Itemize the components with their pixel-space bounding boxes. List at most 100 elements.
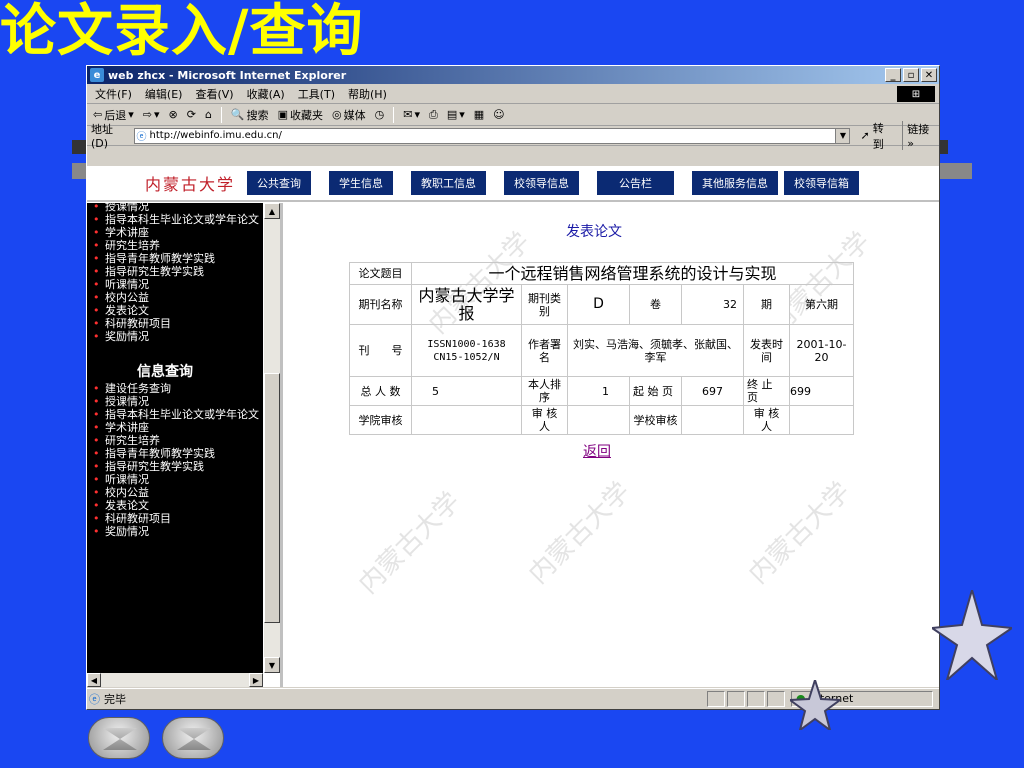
value-college-review	[411, 405, 522, 435]
history-button[interactable]: ◷	[375, 108, 385, 121]
minimize-button[interactable]: _	[885, 68, 901, 82]
favorites-button[interactable]: ▣ 收藏夹	[278, 107, 323, 123]
favorites-icon: ▣	[277, 108, 289, 121]
sidebar-item[interactable]: 发表论文	[91, 500, 259, 513]
address-dropdown-icon[interactable]: ▼	[835, 128, 850, 143]
menu-favorites[interactable]: 收藏(A)	[247, 86, 285, 102]
scroll-up-icon[interactable]: ▲	[264, 203, 280, 219]
sidebar-item[interactable]: 授课情况	[91, 203, 259, 213]
links-button[interactable]: 链接 »	[902, 121, 939, 150]
decorative-bar-right-2	[940, 163, 972, 179]
sidebar-item[interactable]: 听课情况	[91, 474, 259, 487]
refresh-icon: ⟳	[186, 108, 196, 121]
slide-prev-button[interactable]	[88, 717, 150, 759]
print-button[interactable]: ⎙	[429, 108, 438, 122]
page-icon: ⓔ	[136, 132, 147, 143]
value-school-review	[681, 405, 744, 435]
sidebar-item[interactable]: 学术讲座	[91, 422, 259, 435]
label-authors: 作者署名	[521, 324, 568, 377]
menu-view[interactable]: 查看(V)	[195, 86, 233, 102]
search-button[interactable]: 🔍 搜索	[231, 107, 269, 123]
menu-tools[interactable]: 工具(T)	[298, 86, 335, 102]
scroll-down-icon[interactable]: ▼	[264, 657, 280, 673]
status-cell	[747, 690, 765, 707]
discuss-button[interactable]: ▦	[474, 108, 484, 121]
nav-student-info[interactable]: 学生信息	[329, 171, 393, 195]
discuss-icon: ▦	[473, 108, 485, 121]
value-authors: 刘实、马浩海、须毓孝、张献国、李军	[567, 324, 744, 377]
sidebar-item[interactable]: 校内公益	[91, 487, 259, 500]
sidebar-item[interactable]: 奖励情况	[91, 526, 259, 539]
sidebar-item[interactable]: 指导本科生毕业论文或学年论文	[91, 214, 259, 227]
sidebar-item[interactable]: 科研教研项目	[91, 513, 259, 526]
scroll-left-icon[interactable]: ◀	[87, 673, 101, 687]
scroll-right-icon[interactable]: ▶	[249, 673, 263, 687]
nav-leader-mailbox[interactable]: 校领导信箱	[784, 171, 859, 195]
label-school-review: 学校审核	[629, 405, 682, 435]
sidebar-item[interactable]: 发表论文	[91, 305, 259, 318]
refresh-button[interactable]: ⟳	[187, 108, 196, 121]
go-button[interactable]: ➚ 转到	[860, 120, 894, 152]
label-end-page: 终 止 页	[743, 376, 790, 406]
page-viewport: 内蒙古大学 公共查询 学生信息 教职工信息 校领导信息 公告栏 其他服务信息 校…	[87, 166, 939, 687]
dropdown-arrow-icon: ▾	[128, 108, 134, 121]
search-icon: 🔍	[230, 108, 245, 121]
close-button[interactable]: ✕	[921, 68, 937, 82]
messenger-button[interactable]: ☺	[493, 108, 504, 121]
label-start-page: 起 始 页	[629, 376, 682, 406]
home-button[interactable]: ⌂	[205, 108, 212, 121]
site-nav: 内蒙古大学 公共查询 学生信息 教职工信息 校领导信息 公告栏 其他服务信息 校…	[87, 166, 939, 202]
address-input[interactable]: ⓔ http://webinfo.imu.edu.cn/ ▼	[133, 127, 851, 144]
nav-leader-info[interactable]: 校领导信息	[504, 171, 579, 195]
nav-public-query[interactable]: 公共查询	[247, 171, 311, 195]
forward-button[interactable]: ⇨ ▾	[143, 108, 160, 121]
value-volume: 32	[681, 284, 744, 325]
sidebar-horizontal-scrollbar[interactable]: ◀ ▶	[87, 673, 263, 687]
label-rank: 本人排序	[521, 376, 568, 406]
sidebar-item[interactable]: 校内公益	[91, 292, 259, 305]
sidebar-section-title: 信息查询	[137, 364, 193, 380]
mail-icon: ✉	[403, 108, 413, 121]
slide-next-button[interactable]	[162, 717, 224, 759]
sidebar-item[interactable]: 学术讲座	[91, 227, 259, 240]
value-reviewer	[789, 405, 854, 435]
watermark: 内蒙古大学	[743, 476, 857, 590]
stop-button[interactable]: ⊗	[169, 108, 178, 121]
address-label: 地址(D)	[91, 123, 113, 150]
sidebar-vertical-scrollbar[interactable]: ▲ ▼	[263, 203, 280, 673]
maximize-button[interactable]: ▫	[903, 68, 919, 82]
sidebar-item[interactable]: 指导青年教师教学实践	[91, 448, 259, 461]
sidebar-item[interactable]: 指导研究生教学实践	[91, 461, 259, 474]
label-volume: 卷	[629, 284, 682, 325]
menu-help[interactable]: 帮助(H)	[348, 86, 387, 102]
main-content: 内蒙古大学 内蒙古大学 内蒙古大学 内蒙古大学 内蒙古大学 发表论文 论文题目 …	[280, 203, 939, 687]
menu-file[interactable]: 文件(F)	[95, 86, 132, 102]
label-title: 论文题目	[349, 262, 412, 285]
back-link[interactable]: 返回	[583, 441, 611, 461]
value-issn: ISSN1000-1638 CN15-1052/N	[411, 324, 522, 377]
sidebar-item[interactable]: 奖励情况	[91, 331, 259, 344]
sidebar-item[interactable]: 建设任务查询	[91, 383, 259, 396]
sidebar: 授课情况 指导本科生毕业论文或学年论文 学术讲座 研究生培养 指导青年教师教学实…	[87, 203, 263, 673]
menu-edit[interactable]: 编辑(E)	[145, 86, 183, 102]
browser-window: e web zhcx - Microsoft Internet Explorer…	[86, 65, 940, 710]
nav-bulletin[interactable]: 公告栏	[597, 171, 674, 195]
home-icon: ⌂	[204, 108, 212, 121]
forward-arrow-icon: ⇨	[142, 108, 152, 121]
nav-other-services[interactable]: 其他服务信息	[692, 171, 778, 195]
star-decoration-small-icon	[790, 680, 840, 730]
watermark: 内蒙古大学	[353, 486, 467, 600]
sidebar-item[interactable]: 研究生培养	[91, 240, 259, 253]
sidebar-item[interactable]: 科研教研项目	[91, 318, 259, 331]
scroll-thumb[interactable]	[264, 373, 280, 623]
sidebar-item[interactable]: 指导青年教师教学实践	[91, 253, 259, 266]
media-button[interactable]: ◎ 媒体	[332, 107, 366, 123]
nav-staff-info[interactable]: 教职工信息	[411, 171, 486, 195]
mail-button[interactable]: ✉ ▾	[403, 108, 420, 121]
edit-button[interactable]: ▤ ▾	[447, 108, 465, 121]
sidebar-item[interactable]: 授课情况	[91, 396, 259, 409]
sidebar-item[interactable]: 研究生培养	[91, 435, 259, 448]
sidebar-item[interactable]: 听课情况	[91, 279, 259, 292]
sidebar-item[interactable]: 指导研究生教学实践	[91, 266, 259, 279]
sidebar-item[interactable]: 指导本科生毕业论文或学年论文	[91, 409, 259, 422]
